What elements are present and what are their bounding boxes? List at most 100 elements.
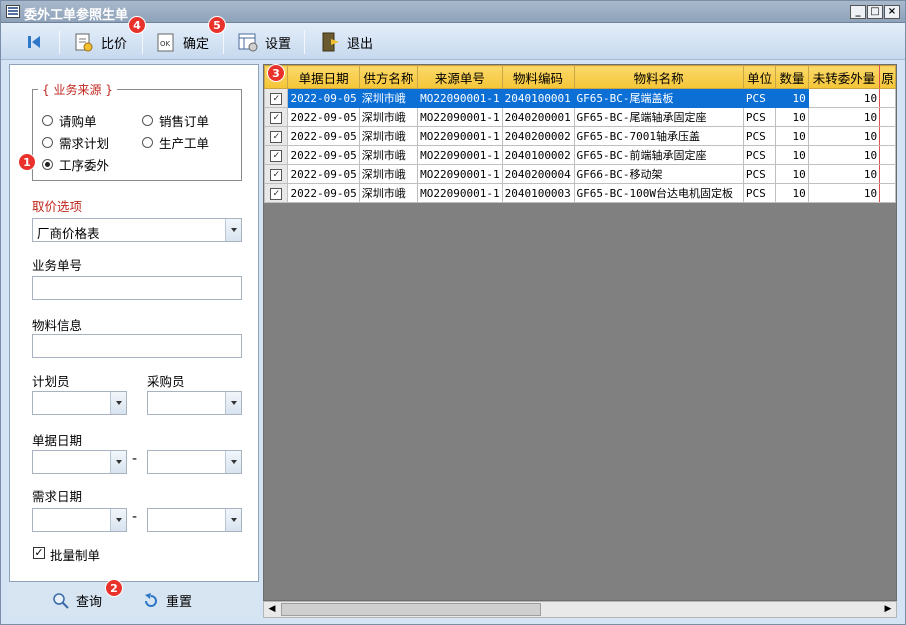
table-cell: 深圳市峨 bbox=[358, 183, 419, 203]
demand-date-from[interactable] bbox=[32, 508, 127, 532]
chevron-down-icon[interactable] bbox=[225, 509, 241, 531]
first-record-button[interactable] bbox=[23, 29, 51, 55]
row-checkbox-cell[interactable]: ✓ bbox=[264, 107, 289, 127]
table-cell: 深圳市峨 bbox=[358, 164, 419, 184]
table-row[interactable]: ✓ 2022-09-05 深圳市峨 MO22090001-1 2040200002 GF6… bbox=[264, 126, 896, 146]
ok-document-icon: OK bbox=[157, 33, 174, 52]
date-range-separator: - bbox=[132, 451, 138, 467]
row-checkbox[interactable]: ✓ bbox=[270, 169, 283, 181]
close-button[interactable]: × bbox=[884, 5, 900, 19]
chevron-down-icon[interactable] bbox=[110, 392, 126, 414]
row-checkbox[interactable]: ✓ bbox=[270, 188, 283, 200]
reset-button[interactable]: 重置 bbox=[142, 591, 192, 610]
column-header[interactable]: 来源单号 bbox=[417, 65, 503, 89]
row-checkbox-cell[interactable]: ✓ bbox=[264, 164, 289, 184]
table-cell: 10 bbox=[807, 183, 881, 203]
row-checkbox-cell[interactable]: ✓ bbox=[264, 126, 289, 146]
horizontal-scrollbar[interactable]: ◀ ▶ bbox=[263, 601, 897, 618]
table-cell: GF65-BC-100W台达电机固定板 bbox=[573, 183, 744, 203]
planner-select[interactable] bbox=[32, 391, 127, 415]
confirm-label: 确定 bbox=[183, 36, 210, 52]
column-header[interactable]: 数量 bbox=[775, 65, 809, 89]
table-cell bbox=[879, 88, 896, 108]
exit-button[interactable]: 退出 bbox=[319, 29, 373, 55]
radio-demand-plan[interactable]: 需求计划 bbox=[42, 133, 109, 152]
demand-date-to[interactable] bbox=[147, 508, 242, 532]
row-checkbox-cell[interactable]: ✓ bbox=[264, 183, 289, 203]
search-icon bbox=[53, 592, 69, 609]
settings-button[interactable]: 设置 bbox=[237, 29, 291, 55]
chevron-down-icon[interactable] bbox=[225, 451, 241, 473]
column-header[interactable]: 单位 bbox=[742, 65, 777, 89]
row-checkbox-cell[interactable]: ✓ bbox=[264, 145, 289, 165]
material-info-label: 物料信息 bbox=[32, 318, 83, 333]
price-option-label: 取价选项 bbox=[32, 199, 83, 214]
settings-label: 设置 bbox=[265, 36, 292, 52]
table-cell: MO22090001-1 bbox=[417, 107, 503, 127]
table-cell: MO22090001-1 bbox=[417, 126, 503, 146]
table-cell: PCS bbox=[742, 145, 777, 165]
table-cell: GF65-BC-尾端盖板 bbox=[573, 88, 744, 108]
order-no-label: 业务单号 bbox=[32, 258, 83, 273]
radio-production-order[interactable]: 生产工单 bbox=[142, 133, 209, 152]
demand-date-label: 需求日期 bbox=[32, 489, 83, 504]
doc-date-label: 单据日期 bbox=[32, 433, 83, 448]
buyer-label: 采购员 bbox=[147, 374, 185, 389]
table-row[interactable]: ✓ 2022-09-05 深圳市峨 MO22090001-1 2040200001 GF6… bbox=[264, 107, 896, 127]
maximize-button[interactable]: □ bbox=[867, 5, 883, 19]
scroll-thumb[interactable] bbox=[281, 603, 541, 616]
table-cell: 10 bbox=[807, 164, 881, 184]
table-cell: MO22090001-1 bbox=[417, 145, 503, 165]
column-header[interactable]: 物料名称 bbox=[573, 65, 744, 89]
price-option-select[interactable]: 厂商价格表 bbox=[32, 218, 242, 242]
table-row[interactable]: ✓ 2022-09-05 深圳市峨 MO22090001-1 2040100003 GF6… bbox=[264, 183, 896, 203]
column-header[interactable]: 原 bbox=[879, 65, 896, 89]
column-header[interactable]: 供方名称 bbox=[358, 65, 419, 89]
column-header[interactable]: 单据日期 bbox=[287, 65, 360, 89]
row-checkbox-cell[interactable]: ✓ bbox=[264, 88, 289, 108]
radio-process-outsourcing[interactable]: 工序委外 bbox=[42, 155, 109, 174]
column-header[interactable]: 未转委外量 bbox=[807, 65, 881, 89]
table-cell: 10 bbox=[775, 183, 809, 203]
query-button[interactable]: 查询 bbox=[52, 591, 102, 610]
table-cell: 10 bbox=[775, 126, 809, 146]
table-row[interactable]: ✓ 2022-09-05 深圳市峨 MO22090001-1 2040200004 GF6… bbox=[264, 164, 896, 184]
doc-date-from[interactable] bbox=[32, 450, 127, 474]
row-checkbox[interactable]: ✓ bbox=[270, 150, 283, 162]
table-cell: 10 bbox=[807, 126, 881, 146]
table-cell: GF65-BC-前端轴承固定座 bbox=[573, 145, 744, 165]
row-checkbox[interactable]: ✓ bbox=[270, 93, 283, 105]
annotation-badge-5: 5 bbox=[208, 16, 226, 34]
annotation-badge-1: 1 bbox=[18, 153, 36, 171]
table-row[interactable]: ✓ 2022-09-05 深圳市峨 MO22090001-1 2040100001 GF6… bbox=[264, 88, 896, 108]
radio-sales-order[interactable]: 销售订单 bbox=[142, 111, 209, 130]
data-grid: 单据日期 供方名称 来源单号 物料编码 物料名称 单位 数量 未转委外量 原 ✓… bbox=[263, 64, 897, 601]
radio-purchase-request[interactable]: 请购单 bbox=[42, 111, 97, 130]
chevron-down-icon[interactable] bbox=[110, 509, 126, 531]
scroll-right-icon[interactable]: ▶ bbox=[880, 602, 896, 617]
table-cell: 2040100001 bbox=[501, 88, 575, 108]
chevron-down-icon[interactable] bbox=[225, 219, 241, 241]
buyer-select[interactable] bbox=[147, 391, 242, 415]
row-checkbox[interactable]: ✓ bbox=[270, 112, 283, 124]
chevron-down-icon[interactable] bbox=[225, 392, 241, 414]
exit-label: 退出 bbox=[347, 36, 374, 52]
planner-label: 计划员 bbox=[32, 374, 70, 389]
table-cell bbox=[879, 145, 896, 165]
row-checkbox[interactable]: ✓ bbox=[270, 131, 283, 143]
batch-checkbox[interactable]: ✓ bbox=[33, 547, 45, 559]
confirm-button[interactable]: OK 确定 bbox=[155, 29, 209, 55]
table-cell: 深圳市峨 bbox=[358, 88, 419, 108]
compare-price-button[interactable]: 比价 bbox=[73, 29, 127, 55]
table-cell: 10 bbox=[807, 107, 881, 127]
doc-date-to[interactable] bbox=[147, 450, 242, 474]
chevron-down-icon[interactable] bbox=[110, 451, 126, 473]
column-header[interactable]: 物料编码 bbox=[501, 65, 575, 89]
table-cell: 2040100003 bbox=[501, 183, 575, 203]
material-info-input[interactable] bbox=[32, 334, 242, 358]
order-no-input[interactable] bbox=[32, 276, 242, 300]
scroll-left-icon[interactable]: ◀ bbox=[264, 602, 280, 617]
minimize-button[interactable]: _ bbox=[850, 5, 866, 19]
table-cell: PCS bbox=[742, 164, 777, 184]
table-row[interactable]: ✓ 2022-09-05 深圳市峨 MO22090001-1 2040100002 GF6… bbox=[264, 145, 896, 165]
